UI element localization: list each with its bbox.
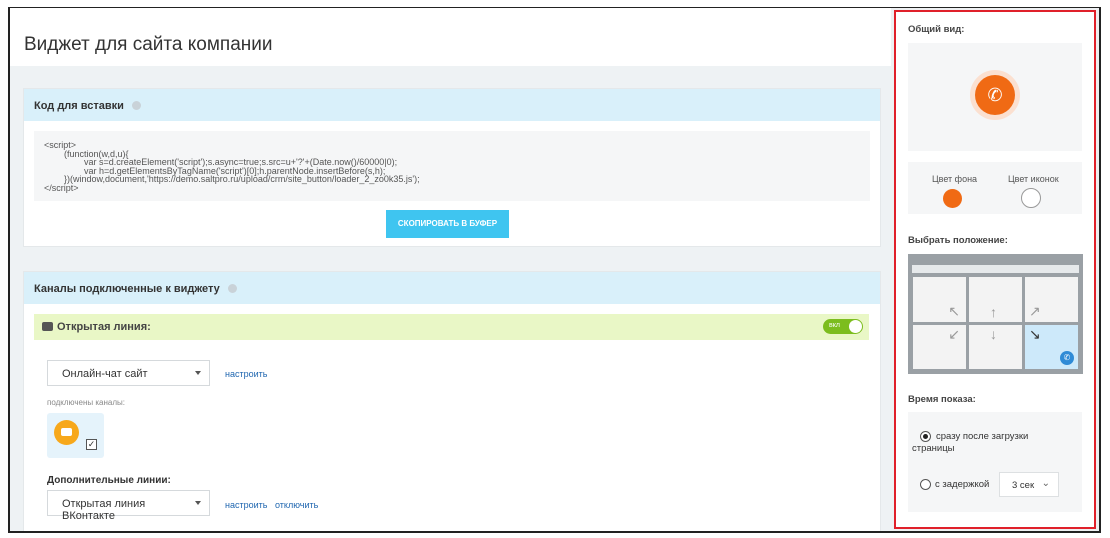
copy-to-clipboard-button[interactable]: СКОПИРОВАТЬ В БУФЕР: [386, 210, 509, 238]
channels-title: Каналы подключенные к виджету: [34, 283, 220, 295]
color-settings: Цвет фона Цвет иконок: [908, 162, 1082, 214]
open-line-configure-link[interactable]: настроить: [225, 369, 267, 379]
open-line-select-value: Онлайн-чат сайт: [62, 368, 148, 380]
extra-line-select[interactable]: Открытая линия ВКонтакте: [47, 490, 210, 522]
delay-select-value: 3 сек: [1012, 480, 1035, 491]
open-line-toggle[interactable]: вкл: [823, 319, 863, 334]
channel-checkbox[interactable]: ✓: [86, 439, 97, 450]
position-top-center[interactable]: ↑: [969, 277, 1022, 322]
bg-color-label: Цвет фона: [932, 174, 978, 184]
app-frame: Виджет для сайта компании Код для вставк…: [8, 7, 1101, 533]
icon-color-swatch[interactable]: [1021, 188, 1041, 208]
open-line-header: Открытая линия: вкл: [34, 314, 869, 340]
arrow-down-left-icon: ↙: [948, 325, 960, 342]
delay-radio[interactable]: [920, 479, 931, 490]
help-icon[interactable]: [131, 101, 141, 110]
show-time-options: [908, 412, 1082, 512]
show-time-label: Время показа:: [908, 394, 976, 405]
extra-line-select-value: Открытая линия ВКонтакте: [62, 498, 146, 522]
toggle-knob: [849, 320, 862, 333]
phone-icon: ✆: [1060, 351, 1074, 365]
page-title: Виджет для сайта компании: [24, 34, 273, 55]
online-chat-channel[interactable]: ✓: [47, 413, 104, 458]
chat-channel-icon: [54, 420, 79, 445]
position-top-right[interactable]: ↗: [1025, 277, 1078, 322]
settings-panel: Общий вид: ✆ Цвет фона Цвет иконок Выбра…: [893, 8, 1099, 531]
browser-bar: [912, 265, 1079, 273]
extra-lines-label: Дополнительные линии:: [47, 475, 171, 486]
position-bottom-right[interactable]: ↘ ✆: [1025, 324, 1078, 369]
icon-color-label: Цвет иконок: [1008, 174, 1059, 184]
open-line-select[interactable]: Онлайн-чат сайт: [47, 360, 210, 386]
channels-card: Каналы подключенные к виджету Открытая л…: [23, 271, 881, 531]
channels-header: Каналы подключенные к виджету: [24, 272, 880, 304]
phone-icon: ✆: [975, 75, 1015, 115]
caret-down-icon: [195, 371, 201, 375]
open-line-label: Открытая линия:: [57, 321, 151, 333]
toggle-label: вкл: [829, 322, 840, 329]
chevron-down-icon: ⌄: [1041, 478, 1050, 489]
arrow-down-right-icon: ↘: [1029, 325, 1041, 342]
title-bar: Виджет для сайта компании: [10, 8, 891, 66]
arrow-up-left-icon: ↖: [948, 302, 960, 319]
arrow-down-icon: ↓: [990, 325, 997, 342]
position-bottom-center[interactable]: ↓: [969, 324, 1022, 369]
extra-line-configure-link[interactable]: настроить: [225, 500, 267, 510]
connected-channels-label: подключены каналы:: [47, 398, 125, 407]
delay-option-label[interactable]: с задержкой: [935, 479, 989, 491]
embed-code-header: Код для вставки: [24, 89, 880, 121]
widget-button-preview: ✆: [970, 70, 1020, 120]
overview-label: Общий вид:: [908, 24, 965, 35]
bg-color-swatch[interactable]: [943, 189, 962, 208]
extra-line-disable-link[interactable]: отключить: [275, 500, 318, 510]
arrow-up-icon: ↑: [990, 303, 997, 320]
position-picker: ↖ ↑ ↗ ↙ ↓ ↘ ✆: [908, 254, 1083, 374]
position-top-left[interactable]: ↖: [913, 277, 966, 322]
position-label: Выбрать положение:: [908, 235, 1008, 246]
caret-down-icon: [195, 501, 201, 505]
position-bottom-left[interactable]: ↙: [913, 324, 966, 369]
highlighted-settings: Общий вид: ✆ Цвет фона Цвет иконок Выбра…: [894, 10, 1096, 529]
widget-preview: ✆: [908, 43, 1082, 151]
arrow-up-right-icon: ↗: [1029, 302, 1041, 319]
delay-select[interactable]: 3 сек ⌄: [999, 472, 1059, 497]
main-content: Виджет для сайта компании Код для вставк…: [10, 8, 891, 531]
help-icon[interactable]: [227, 284, 237, 293]
embed-code-block[interactable]: <script> (function(w,d,u){ var s=d.creat…: [34, 131, 870, 201]
embed-code-title: Код для вставки: [34, 100, 124, 112]
chat-icon: [42, 322, 53, 331]
immediate-option-label[interactable]: сразу после загрузки страницы: [912, 431, 1032, 455]
embed-code-card: Код для вставки <script> (function(w,d,u…: [23, 88, 881, 247]
